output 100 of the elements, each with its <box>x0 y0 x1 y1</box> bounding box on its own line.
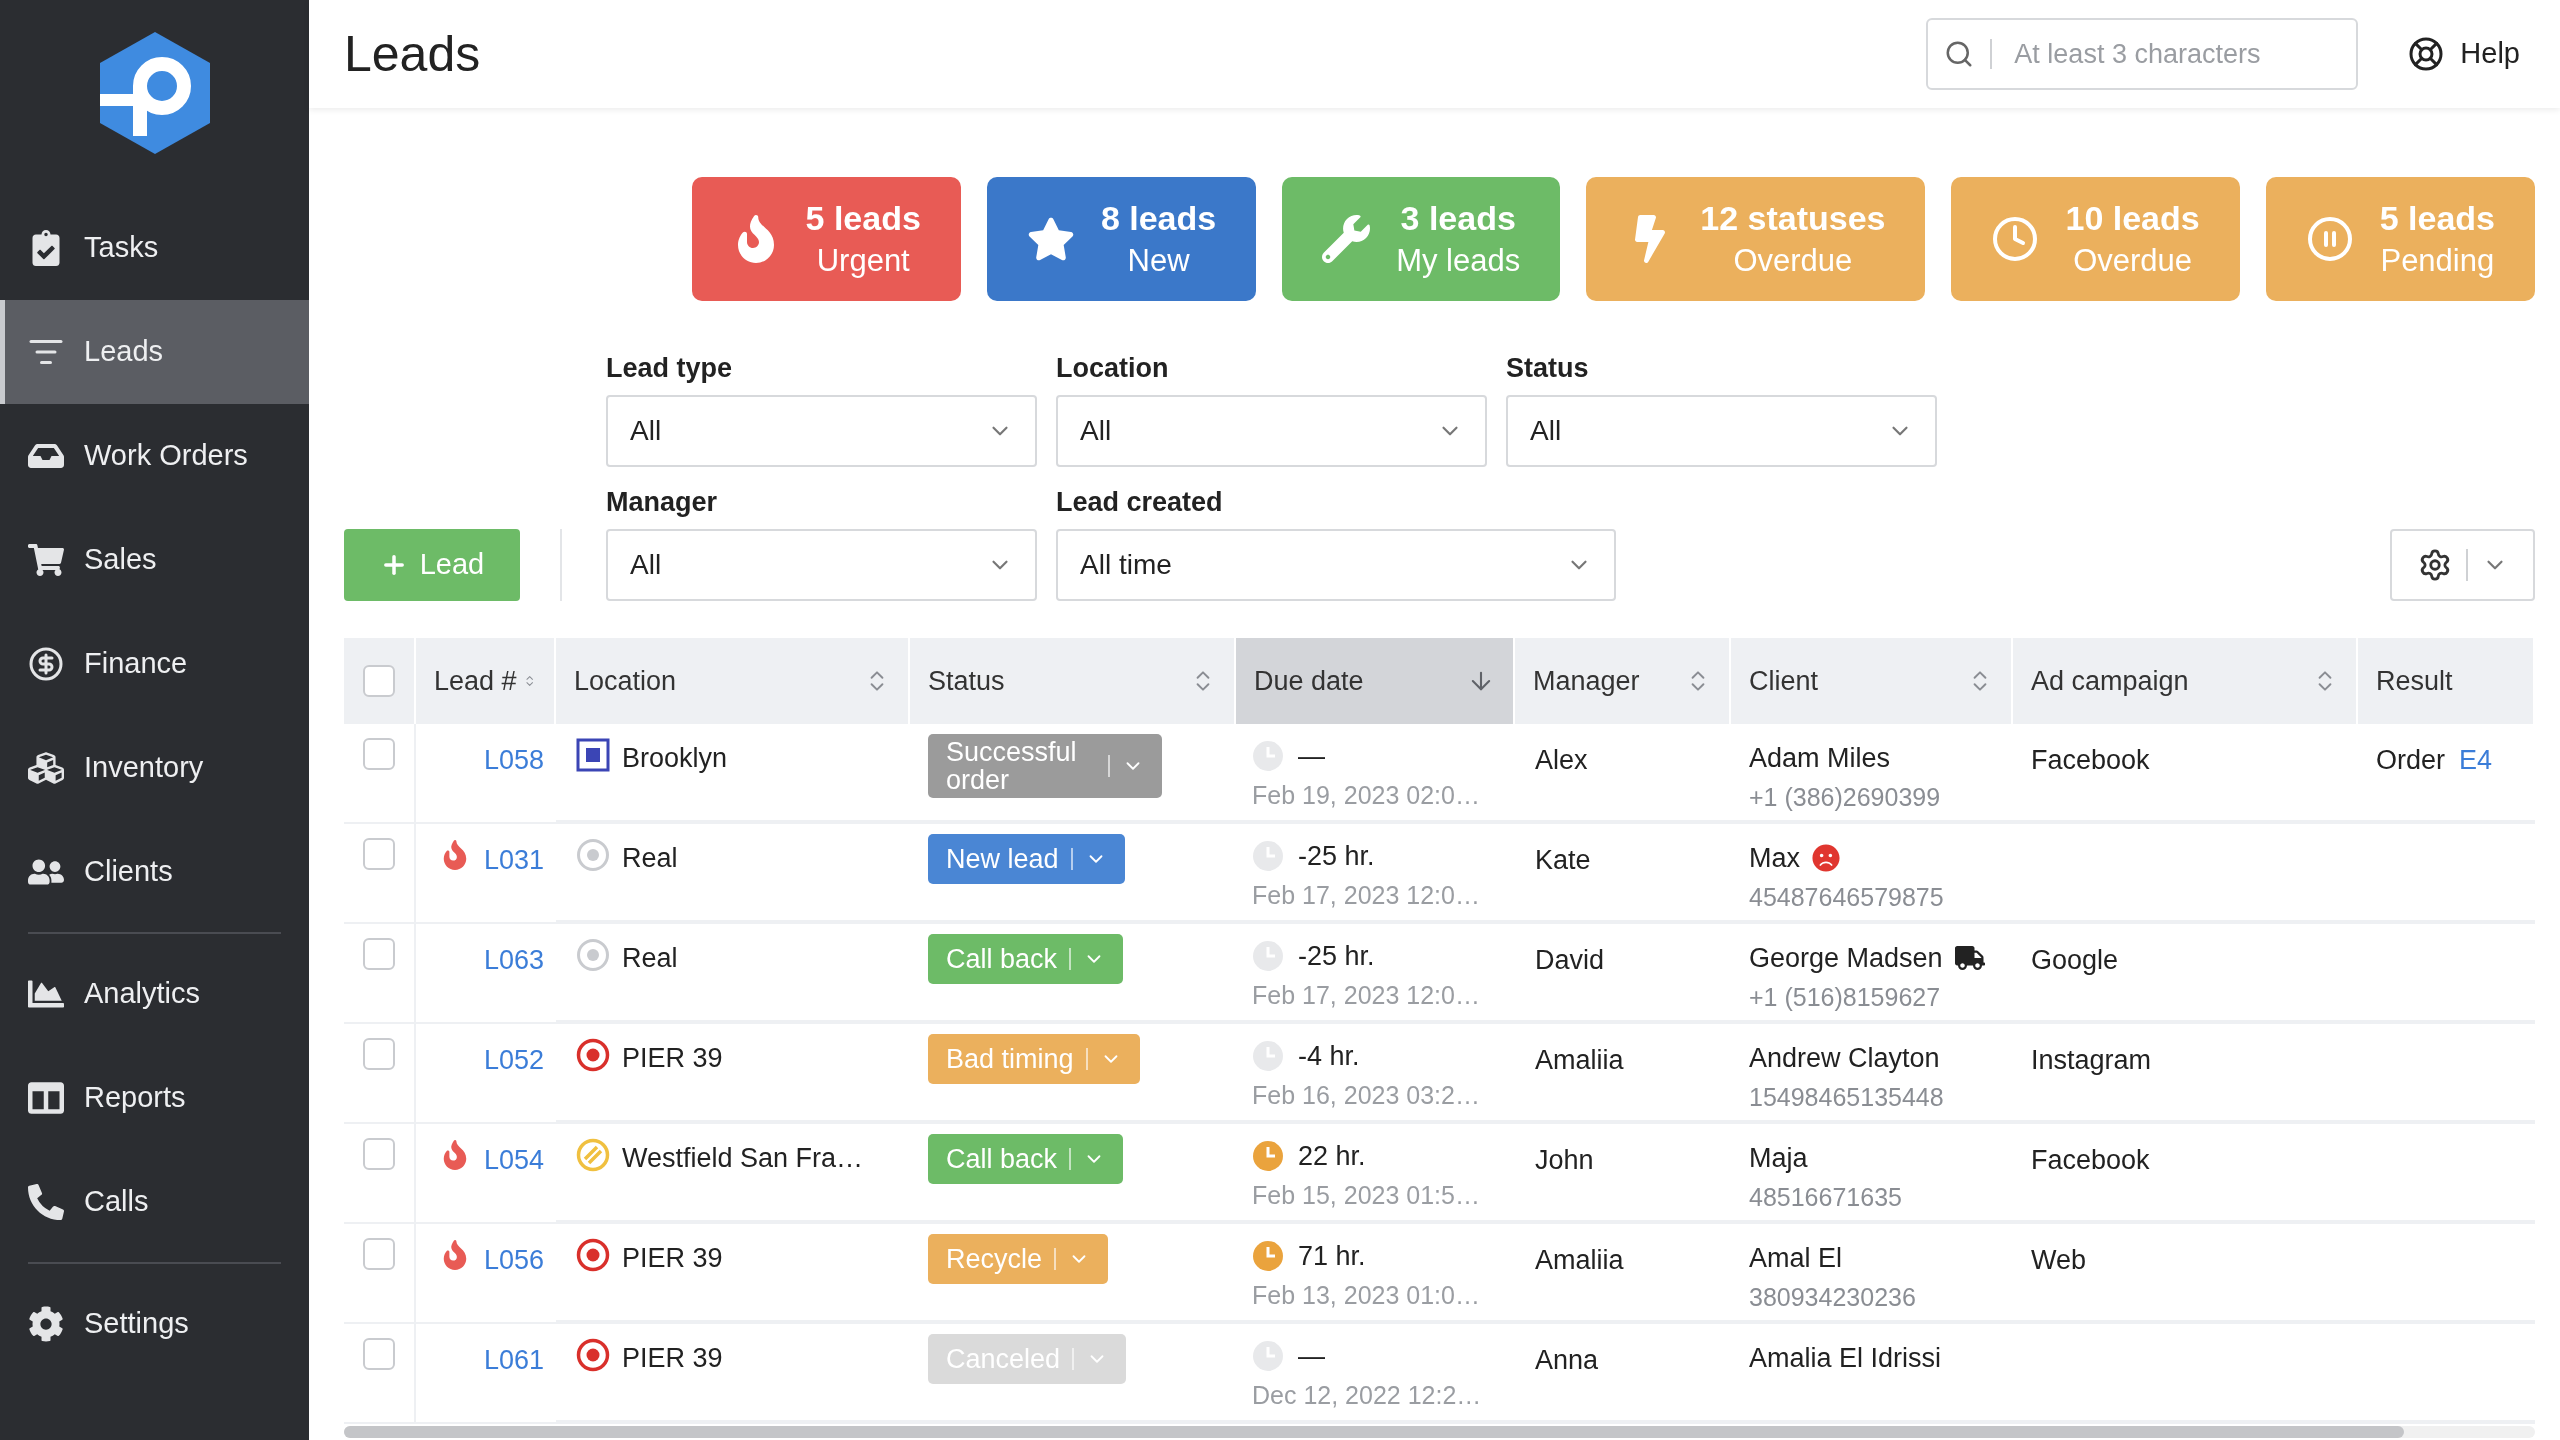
column-header[interactable]: Lead # <box>416 638 556 724</box>
column-header[interactable]: Due date <box>1236 638 1515 724</box>
square-location-icon <box>576 738 610 772</box>
card-label: Overdue <box>1733 242 1853 280</box>
lead-link[interactable]: L052 <box>483 1040 544 1081</box>
filter-dropdown[interactable]: All <box>606 529 1037 601</box>
checkbox[interactable] <box>363 1338 395 1370</box>
table-row[interactable]: L054 Westfield San Fra… Call back 22 hr. Feb 15, 2023 01:5… John Maja 48516671635 Facebook <box>344 1124 2535 1224</box>
status-dropdown[interactable]: New lead <box>928 834 1125 884</box>
table-row[interactable]: L031 Real New lead -25 hr. Feb 17, 2023 12:0… Kate Max 45487646579875 <box>344 824 2535 924</box>
table-row[interactable]: L063 Real Call back -25 hr. Feb 17, 2023 12:0… David George Madsen +1 (516)8159627 Google <box>344 924 2535 1024</box>
phone-icon <box>28 1184 64 1220</box>
search-field[interactable]: At least 3 characters <box>1926 18 2359 90</box>
lead-link[interactable]: L063 <box>483 940 544 981</box>
client-name: Amal El <box>1749 1242 1843 1275</box>
client-phone: +1 (516)8159627 <box>1749 981 1942 1013</box>
location-text: PIER 39 <box>622 1042 723 1075</box>
filter-label: Lead created <box>1056 486 1224 519</box>
location-text: Real <box>622 842 678 875</box>
sidebar-item[interactable]: Reports <box>0 1046 309 1150</box>
lead-link[interactable]: L031 <box>483 840 544 881</box>
clock-icon <box>1252 1140 1284 1173</box>
card-count: 3 leads <box>1400 198 1516 239</box>
client-name: Andrew Clayton <box>1749 1042 1940 1075</box>
lead-link[interactable]: L056 <box>483 1240 544 1281</box>
result-text: Order <box>2376 744 2446 777</box>
filter-dropdown[interactable]: All time <box>1056 529 1616 601</box>
sidebar-item[interactable]: Sales <box>0 508 309 612</box>
table-settings-button[interactable] <box>2390 529 2535 601</box>
column-header[interactable]: Manager <box>1515 638 1731 724</box>
clock-icon <box>1252 1240 1284 1273</box>
checkbox[interactable] <box>363 1038 395 1070</box>
filter-dropdown[interactable]: All <box>1056 395 1487 467</box>
help-icon <box>2408 36 2445 72</box>
client-phone: 15498465135448 <box>1749 1081 1945 1113</box>
filter-dropdown[interactable]: All <box>1506 395 1937 467</box>
filter-label: Manager <box>606 486 719 519</box>
card-count: 5 leads <box>805 198 921 239</box>
sidebar-item[interactable]: Leads <box>0 300 309 404</box>
manager-text: Amaliia <box>1535 1245 1624 1275</box>
column-header[interactable]: Location <box>556 638 910 724</box>
column-header[interactable]: Ad campaign <box>2013 638 2358 724</box>
manager-text: David <box>1535 945 1605 975</box>
table-row[interactable]: L058 Brooklyn Successful order — Feb 19, 2023 02:0… Alex Adam Miles +1 (386)2690399 Facebook Order E4 <box>344 724 2535 824</box>
checkbox[interactable] <box>363 1138 395 1170</box>
table-row[interactable]: L052 PIER 39 Bad timing -4 hr. Feb 16, 2023 03:2… Amaliia Andrew Clayton 15498465135448 Instagram <box>344 1024 2535 1124</box>
boxes-icon <box>28 750 64 786</box>
sidebar-item[interactable]: Settings <box>0 1272 309 1376</box>
help-link[interactable]: Help <box>2408 32 2520 76</box>
table-row[interactable]: L056 PIER 39 Recycle 71 hr. Feb 13, 2023 01:0… Amaliia Amal El 380934230236 Web <box>344 1224 2535 1324</box>
radio-location-icon <box>576 938 610 972</box>
checkbox[interactable] <box>363 738 395 770</box>
dollar-icon <box>28 646 64 682</box>
due-date: Feb 15, 2023 01:5… <box>1252 1179 1481 1211</box>
checkbox[interactable] <box>363 1238 395 1270</box>
column-header[interactable]: Result <box>2358 638 2535 724</box>
sidebar-item[interactable]: Clients <box>0 820 309 924</box>
sidebar-item[interactable]: Finance <box>0 612 309 716</box>
client-phone: 48516671635 <box>1749 1181 1903 1213</box>
filter-dropdown[interactable]: All <box>606 395 1037 467</box>
summary-card[interactable]: 8 leads New <box>986 177 1257 301</box>
sidebar-item[interactable]: Work Orders <box>0 404 309 508</box>
checkbox[interactable] <box>363 838 395 870</box>
manager-text: Amaliia <box>1535 1045 1624 1075</box>
due-date: Feb 19, 2023 02:0… <box>1252 779 1481 811</box>
checkbox[interactable] <box>363 938 395 970</box>
location-text: PIER 39 <box>622 1242 723 1275</box>
card-label: Urgent <box>816 242 910 280</box>
due-date: Feb 17, 2023 12:0… <box>1252 979 1481 1011</box>
due-value: 71 hr. <box>1298 1240 1366 1273</box>
manager-text: Alex <box>1535 745 1588 775</box>
campaign-text: Web <box>2031 1245 2087 1275</box>
order-link[interactable]: E4 <box>2459 740 2493 781</box>
lead-link[interactable]: L054 <box>483 1140 544 1181</box>
card-label: Overdue <box>2073 242 2193 280</box>
client-phone: 380934230236 <box>1749 1281 1917 1313</box>
lead-link[interactable]: L061 <box>483 1340 544 1381</box>
due-value: -25 hr. <box>1298 840 1375 873</box>
due-value: — <box>1298 1340 1325 1373</box>
campaign-text: Instagram <box>2031 1045 2152 1075</box>
filter-label: Lead type <box>606 352 734 385</box>
pause-icon <box>2305 215 2354 263</box>
sidebar-item[interactable]: Calls <box>0 1150 309 1254</box>
scrollbar[interactable] <box>344 1426 2404 1438</box>
sidebar-item[interactable]: Tasks <box>0 196 309 300</box>
due-value: -25 hr. <box>1298 940 1375 973</box>
campaign-text: Facebook <box>2031 745 2150 775</box>
lead-link[interactable]: L058 <box>483 740 544 781</box>
due-date: Feb 13, 2023 01:0… <box>1252 1279 1481 1311</box>
client-name: Maja <box>1749 1142 1808 1175</box>
client-name: Amalia El Idrissi <box>1749 1342 1942 1375</box>
sidebar-item[interactable]: Inventory <box>0 716 309 820</box>
column-header[interactable]: Status <box>910 638 1236 724</box>
sidebar-item[interactable]: Analytics <box>0 942 309 1046</box>
column-header[interactable]: Client <box>1731 638 2013 724</box>
page-title: Leads <box>344 24 481 84</box>
card-count: 12 statuses <box>1700 198 1886 239</box>
checkbox[interactable] <box>363 665 395 697</box>
due-date: Feb 17, 2023 12:0… <box>1252 879 1481 911</box>
due-value: — <box>1298 740 1325 773</box>
